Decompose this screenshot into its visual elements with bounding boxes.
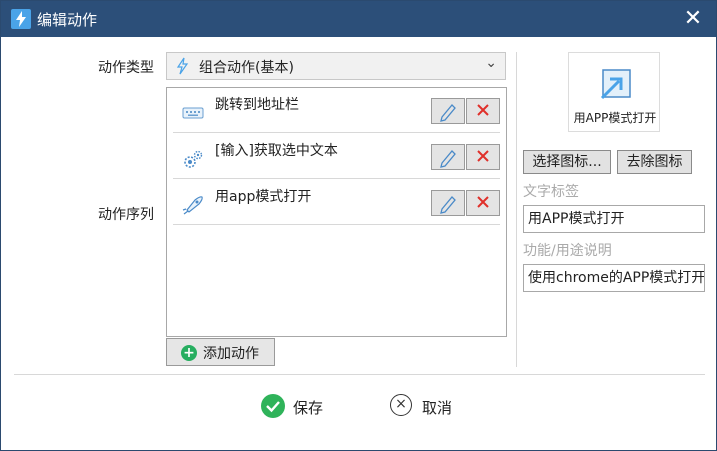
- list-item[interactable]: 用app模式打开: [173, 180, 500, 225]
- add-action-label: 添加动作: [203, 346, 259, 362]
- text-label-input[interactable]: 用APP模式打开: [523, 205, 705, 233]
- text-label-title: 文字标签: [523, 184, 579, 200]
- edit-button[interactable]: [431, 190, 465, 216]
- rocket-icon: [181, 194, 205, 215]
- check-icon: [261, 394, 285, 418]
- lightning-icon: [175, 57, 189, 75]
- description-input[interactable]: 使用chrome的APP模式打开: [523, 264, 705, 292]
- open-window-icon: [597, 67, 633, 103]
- delete-button[interactable]: [466, 144, 500, 170]
- plus-icon: +: [181, 345, 197, 361]
- gear-icon: [181, 148, 205, 168]
- action-type-label: 动作类型: [98, 60, 154, 76]
- close-icon: [477, 196, 489, 208]
- close-icon: [477, 150, 489, 162]
- icon-preview: 用APP模式打开: [568, 52, 660, 132]
- choose-icon-button[interactable]: 选择图标...: [523, 150, 611, 174]
- delete-button[interactable]: [466, 190, 500, 216]
- keyboard-icon: [181, 102, 205, 122]
- horizontal-divider: [14, 374, 705, 375]
- list-item-label: [输入]获取选中文本: [215, 143, 338, 159]
- edit-button[interactable]: [431, 98, 465, 124]
- vertical-divider: [516, 52, 517, 367]
- close-icon: ×: [390, 394, 412, 416]
- pencil-icon: [440, 196, 456, 214]
- description-title: 功能/用途说明: [523, 243, 612, 259]
- edit-button[interactable]: [431, 144, 465, 170]
- list-item-label: 用app模式打开: [215, 189, 312, 205]
- close-button[interactable]: ✕: [680, 6, 706, 32]
- icon-preview-label: 用APP模式打开: [573, 111, 657, 125]
- lightning-icon: [11, 9, 31, 29]
- list-item-label: 跳转到地址栏: [215, 97, 299, 113]
- pencil-icon: [440, 104, 456, 122]
- close-icon: [477, 104, 489, 116]
- save-button[interactable]: 保存: [261, 391, 331, 421]
- list-item[interactable]: 跳转到地址栏: [173, 88, 500, 133]
- title-bar: 编辑动作 ✕: [1, 1, 716, 37]
- action-type-value: 组合动作(基本): [199, 60, 294, 76]
- add-action-button[interactable]: + 添加动作: [166, 338, 275, 366]
- chevron-down-icon: ⌄: [485, 55, 497, 71]
- dialog-title: 编辑动作: [37, 11, 98, 29]
- save-label: 保存: [293, 399, 324, 417]
- action-sequence-label: 动作序列: [98, 207, 154, 223]
- cancel-label: 取消: [422, 399, 453, 417]
- list-item[interactable]: [输入]获取选中文本: [173, 134, 500, 179]
- action-sequence-list: 跳转到地址栏 [输入]获取选中文本 用app模式打开: [166, 87, 507, 337]
- action-type-select[interactable]: 组合动作(基本) ⌄: [166, 52, 506, 80]
- remove-icon-button[interactable]: 去除图标: [617, 150, 692, 174]
- edit-action-dialog: 编辑动作 ✕ 动作类型 组合动作(基本) ⌄ 动作序列 跳转到地址栏 [输入]获…: [0, 0, 717, 451]
- pencil-icon: [440, 150, 456, 168]
- delete-button[interactable]: [466, 98, 500, 124]
- cancel-button[interactable]: × 取消: [390, 391, 460, 421]
